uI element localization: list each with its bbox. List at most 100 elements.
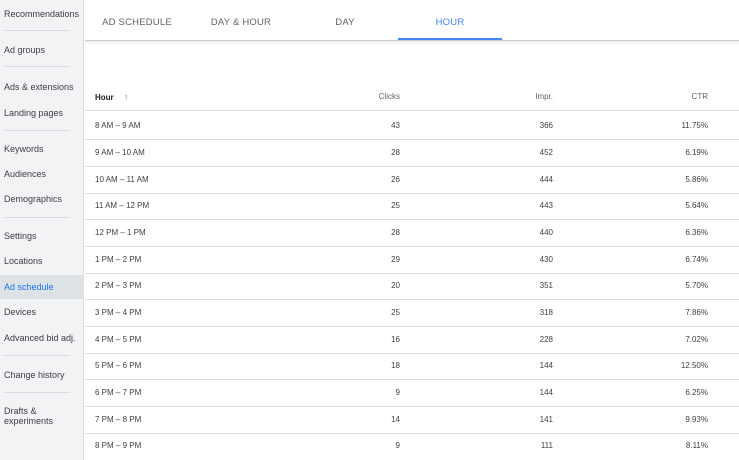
cell-clicks: 28: [391, 228, 400, 237]
table-row: 10 AM – 11 AM 26 444 5.86%: [85, 166, 739, 194]
cell-ctr: 6.19%: [685, 148, 708, 157]
cell-hour: 3 PM – 4 PM: [95, 308, 142, 317]
sidebar-item-landing-pages[interactable]: Landing pages: [0, 108, 84, 118]
sidebar-item-label: Ads & extensions: [4, 82, 74, 92]
cell-impr: 430: [539, 255, 553, 264]
cell-hour: 4 PM – 5 PM: [95, 335, 142, 344]
cell-ctr: 5.70%: [685, 281, 708, 290]
cell-clicks: 28: [391, 148, 400, 157]
sidebar-item-audiences[interactable]: Audiences: [0, 169, 84, 179]
cell-hour: 11 AM – 12 PM: [95, 201, 150, 210]
cell-clicks: 43: [391, 121, 400, 130]
cell-clicks: 18: [391, 361, 400, 370]
cell-ctr: 5.64%: [685, 201, 708, 210]
tab-label: DAY: [335, 17, 355, 28]
cell-ctr: 6.25%: [685, 388, 708, 397]
sidebar-divider: [4, 355, 70, 356]
sidebar-divider: [4, 217, 70, 218]
tab-hour[interactable]: HOUR: [398, 0, 502, 40]
cell-clicks: 14: [391, 415, 400, 424]
tab-label: DAY & HOUR: [210, 17, 272, 28]
cell-impr: 144: [539, 388, 553, 397]
column-header-label: Hour: [95, 93, 114, 102]
sidebar-item-drafts-experiments[interactable]: Drafts & experiments: [0, 406, 60, 426]
sidebar-divider: [4, 30, 70, 31]
table-row: 2 PM – 3 PM 20 351 5.70%: [85, 272, 739, 300]
cell-impr: 440: [539, 228, 553, 237]
cell-clicks: 20: [391, 281, 400, 290]
sidebar: Recommendations Ad groups Ads & extensio…: [0, 0, 84, 460]
sidebar-item-settings[interactable]: Settings: [0, 231, 84, 241]
cell-ctr: 7.86%: [685, 308, 708, 317]
sidebar-item-label: Locations: [4, 256, 43, 266]
sidebar-item-label: Drafts & experiments: [4, 406, 54, 426]
table-header: Hour ↑ Clicks Impr. CTR: [85, 84, 739, 111]
sidebar-item-devices[interactable]: Devices: [0, 307, 84, 317]
cell-ctr: 5.86%: [685, 175, 708, 184]
cell-impr: 111: [540, 441, 553, 450]
table-row: 3 PM – 4 PM 25 318 7.86%: [85, 299, 739, 327]
cell-hour: 2 PM – 3 PM: [95, 281, 142, 290]
sidebar-item-advanced-bid-adj[interactable]: Advanced bid adj.: [0, 333, 84, 343]
table-row: 9 AM – 10 AM 28 452 6.19%: [85, 139, 739, 167]
cell-hour: 9 AM – 10 AM: [95, 148, 145, 157]
tab-day[interactable]: DAY: [293, 0, 397, 40]
cell-hour: 1 PM – 2 PM: [95, 255, 142, 264]
column-header-clicks[interactable]: Clicks: [379, 84, 400, 110]
column-header-label: Impr.: [535, 92, 553, 101]
tab-day-hour[interactable]: DAY & HOUR: [189, 0, 293, 40]
cell-impr: 444: [539, 175, 553, 184]
sidebar-item-ads-extensions[interactable]: Ads & extensions: [0, 82, 84, 92]
cell-hour: 7 PM – 8 PM: [95, 415, 142, 424]
cell-clicks: 9: [395, 441, 400, 450]
sidebar-item-locations[interactable]: Locations: [0, 256, 84, 266]
sidebar-item-label: Landing pages: [4, 108, 64, 118]
sidebar-item-demographics[interactable]: Demographics: [0, 194, 84, 204]
sidebar-item-keywords[interactable]: Keywords: [0, 144, 84, 154]
table-row: 8 PM – 9 PM 9 111 8.11%: [85, 432, 739, 459]
active-tab-indicator: [398, 38, 502, 40]
tab-ad-schedule[interactable]: AD SCHEDULE: [85, 0, 189, 40]
cell-impr: 366: [539, 121, 553, 130]
table-row: 4 PM – 5 PM 16 228 7.02%: [85, 326, 739, 354]
sidebar-divider: [4, 130, 70, 131]
column-header-ctr[interactable]: CTR: [692, 84, 708, 110]
cell-ctr: 7.02%: [685, 335, 708, 344]
tab-label: AD SCHEDULE: [102, 17, 172, 28]
table-row: 11 AM – 12 PM 25 443 5.64%: [85, 192, 739, 220]
cell-ctr: 8.11%: [685, 441, 708, 450]
table-row: 1 PM – 2 PM 29 430 6.74%: [85, 246, 739, 274]
cell-impr: 228: [539, 335, 553, 344]
tab-bar: AD SCHEDULE DAY & HOUR DAY HOUR: [85, 0, 739, 41]
cell-clicks: 26: [391, 175, 400, 184]
sidebar-item-label: Settings: [4, 231, 37, 241]
table-row: 7 PM – 8 PM 14 141 9.93%: [85, 406, 739, 434]
sidebar-item-ad-groups[interactable]: Ad groups: [0, 45, 84, 55]
table-row: 6 PM – 7 PM 9 144 6.25%: [85, 379, 739, 407]
cell-ctr: 6.36%: [685, 228, 708, 237]
cell-impr: 452: [539, 148, 553, 157]
sidebar-divider: [4, 66, 70, 67]
column-header-impr[interactable]: Impr.: [535, 84, 553, 110]
cell-impr: 141: [539, 415, 553, 424]
cell-impr: 443: [539, 201, 553, 210]
sidebar-item-label: Advanced bid adj.: [4, 333, 76, 343]
column-header-hour[interactable]: Hour ↑: [95, 84, 128, 110]
sidebar-item-recommendations[interactable]: Recommendations: [0, 9, 84, 19]
sidebar-item-change-history[interactable]: Change history: [0, 370, 84, 380]
sidebar-item-label: Recommendations: [4, 9, 80, 19]
cell-hour: 8 PM – 9 PM: [95, 441, 142, 450]
sidebar-item-label: Demographics: [4, 194, 63, 204]
cell-clicks: 29: [391, 255, 400, 264]
tab-label: HOUR: [435, 17, 465, 28]
sidebar-divider: [4, 392, 70, 393]
sidebar-item-label: Ad schedule: [4, 282, 54, 292]
sidebar-item-ad-schedule[interactable]: Ad schedule: [0, 275, 84, 299]
cell-hour: 10 AM – 11 AM: [95, 175, 149, 184]
arrow-up-icon[interactable]: ↑: [124, 84, 129, 110]
cell-hour: 8 AM – 9 AM: [95, 121, 141, 130]
cell-impr: 351: [539, 281, 553, 290]
sidebar-item-label: Change history: [4, 370, 65, 380]
sidebar-item-label: Keywords: [4, 144, 44, 154]
sidebar-item-label: Devices: [4, 307, 37, 317]
